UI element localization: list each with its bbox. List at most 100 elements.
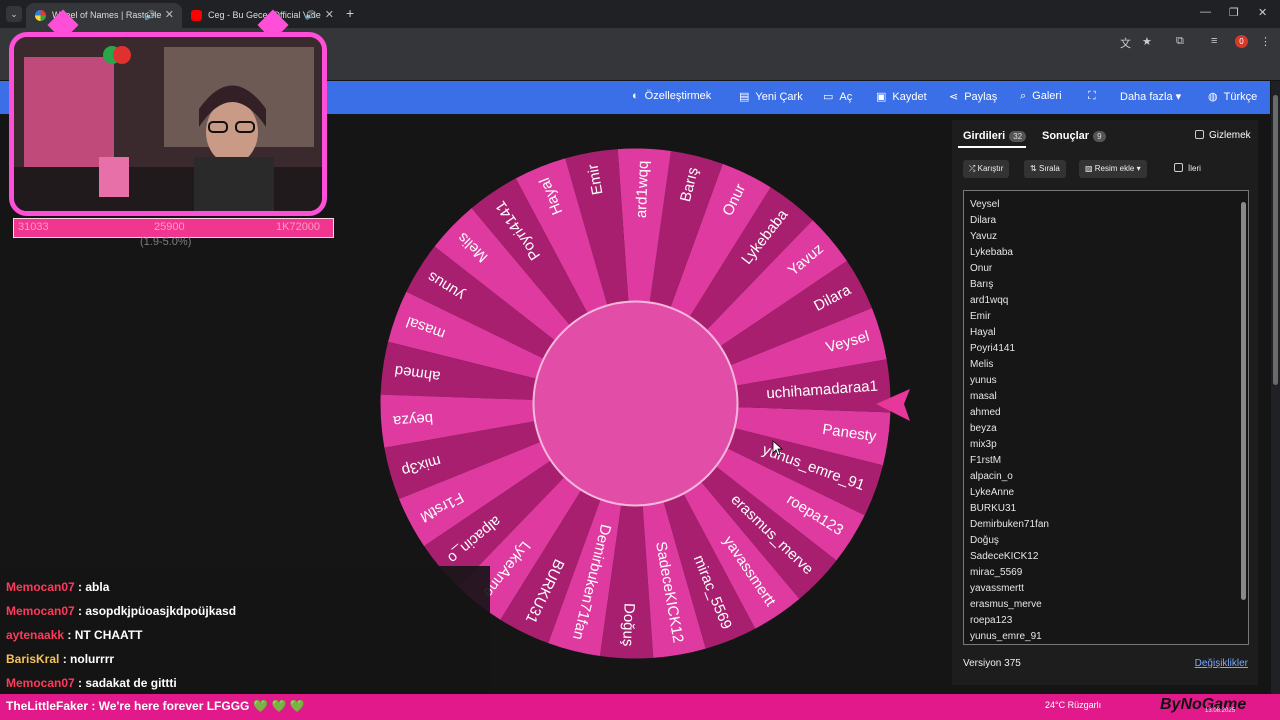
stats-bar: 31033 25900 1K72000 bbox=[13, 218, 334, 238]
webcam-feed-image bbox=[14, 37, 322, 211]
tab-results-label: Sonuçlar bbox=[1042, 130, 1090, 142]
share-button[interactable]: ⋖ Paylaş bbox=[949, 90, 997, 103]
page-scrollbar-thumb[interactable] bbox=[1273, 95, 1278, 385]
globe-icon: ◍ bbox=[1208, 91, 1218, 103]
entry-line: F1rstM bbox=[970, 455, 1002, 466]
weather-label: 24°C Rüzgarlı bbox=[1045, 700, 1102, 710]
sort-label: Sırala bbox=[1038, 164, 1060, 173]
entries-textarea[interactable]: Veysel Dilara Yavuz Lykebaba Onur Barış ard1wq… bbox=[963, 190, 1249, 645]
youtube-favicon-icon bbox=[191, 10, 202, 21]
extensions-icon[interactable]: ⧉ bbox=[1176, 35, 1184, 48]
browser-tab-bar: ⌄ Wheel of Names | Rastgele 🔊 ✕ Ceg - Bu… bbox=[0, 0, 1280, 28]
new-tab-button[interactable]: + bbox=[346, 5, 354, 21]
wheel-pointer bbox=[876, 389, 910, 421]
chat-message: Memocan07 : sadakat de gittti bbox=[6, 676, 177, 690]
more-menu-button[interactable]: Daha fazla ▾ bbox=[1120, 90, 1181, 103]
more-label: Daha fazla bbox=[1120, 91, 1173, 103]
chat-text: : NT CHAATT bbox=[64, 628, 143, 642]
chat-message: aytenaakk : NT CHAATT bbox=[6, 628, 142, 642]
stat-mid: 25900 bbox=[154, 221, 185, 233]
chat-username: BarisKral bbox=[6, 652, 60, 666]
sort-icon: ⇅ bbox=[1030, 164, 1039, 173]
new-wheel-button[interactable]: ▤ Yeni Çark bbox=[739, 90, 803, 103]
entry-line: Dilara bbox=[970, 215, 997, 226]
add-image-button[interactable]: ▨ Resim ekle ▾ bbox=[1079, 160, 1147, 178]
save-button[interactable]: ▣ Kaydet bbox=[876, 90, 927, 103]
entries-scrollbar-thumb[interactable] bbox=[1241, 202, 1246, 600]
menu-icon[interactable]: ⋮ bbox=[1260, 35, 1271, 48]
changes-link[interactable]: Değişiklikler bbox=[1195, 658, 1248, 669]
entry-line: Yavuz bbox=[970, 231, 998, 242]
open-button[interactable]: ▭ Aç bbox=[823, 90, 852, 103]
folder-icon: ▭ bbox=[823, 91, 834, 103]
checkbox-icon bbox=[1195, 130, 1204, 139]
stat-subtext: (1.9-5.0%) bbox=[140, 236, 192, 248]
profile-badge[interactable]: 0 bbox=[1235, 35, 1248, 48]
entry-line: Onur bbox=[970, 263, 993, 274]
page-scrollbar[interactable] bbox=[1271, 81, 1280, 694]
palette-icon: ◐ bbox=[632, 90, 639, 102]
shuffle-button[interactable]: ⤮ Karıştır bbox=[963, 160, 1010, 178]
chat-text: : sadakat de gittti bbox=[74, 676, 177, 690]
new-wheel-label: Yeni Çark bbox=[755, 91, 803, 103]
entries-count-badge: 32 bbox=[1009, 131, 1027, 142]
entry-line: mirac_5569 bbox=[970, 567, 1023, 578]
gallery-button[interactable]: ⌕ Galeri bbox=[1020, 90, 1062, 103]
checkbox-icon bbox=[1174, 163, 1183, 172]
bookmark-star-icon[interactable]: ★ bbox=[1142, 35, 1152, 48]
entry-line: yavassmertt bbox=[970, 583, 1024, 594]
chat-message: Memocan07 : asopdkjpüoasjkdpoüjkasd bbox=[6, 604, 236, 618]
entry-line: Veysel bbox=[970, 199, 1000, 210]
stat-left: 31033 bbox=[18, 221, 49, 233]
wheel-favicon-icon bbox=[35, 10, 46, 21]
advanced-checkbox[interactable]: İleri bbox=[1168, 160, 1207, 178]
media-control-icon[interactable]: ≡ bbox=[1211, 35, 1217, 47]
entry-line: Lykebaba bbox=[970, 247, 1013, 258]
entry-line: ahmed bbox=[970, 407, 1001, 418]
entry-line: mix3p bbox=[970, 439, 997, 450]
entry-line: LykeAnne bbox=[970, 487, 1015, 498]
stat-right: 1K72000 bbox=[276, 221, 321, 233]
open-label: Aç bbox=[839, 91, 853, 103]
hide-checkbox[interactable]: Gizlemek bbox=[1195, 130, 1251, 141]
shuffle-label: Karıştır bbox=[977, 164, 1004, 173]
entry-line: erasmus_merve bbox=[970, 599, 1042, 610]
date-label: 13.08.2025 bbox=[1205, 708, 1236, 714]
language-label: Türkçe bbox=[1223, 91, 1258, 103]
speaker-icon[interactable]: 🔊 bbox=[305, 3, 316, 28]
chat-username: Memocan07 bbox=[6, 676, 75, 690]
minimize-button[interactable]: — bbox=[1200, 6, 1211, 18]
window-close-button[interactable]: ✕ bbox=[1258, 6, 1267, 19]
customize-button[interactable]: ◐ Özelleştirmek bbox=[632, 90, 711, 102]
entry-line: masal bbox=[970, 391, 997, 402]
stream-chat-overlay: Memocan07 : abla Memocan07 : asopdkjpüoas… bbox=[0, 566, 490, 694]
advanced-label: İleri bbox=[1188, 164, 1201, 173]
entries-scrollbar[interactable] bbox=[1239, 192, 1247, 643]
translate-icon[interactable]: 文 bbox=[1120, 35, 1131, 51]
fullscreen-button[interactable]: ⛶ bbox=[1088, 90, 1096, 103]
close-icon[interactable]: ✕ bbox=[325, 3, 334, 28]
close-icon[interactable]: ✕ bbox=[165, 3, 174, 28]
tab-entries[interactable]: Girdileri 32 bbox=[963, 130, 1027, 142]
tab-search-button[interactable]: ⌄ bbox=[6, 6, 22, 22]
entry-line: SadeceKICK12 bbox=[970, 551, 1039, 562]
entry-line: Demirbuken71fan bbox=[970, 519, 1049, 530]
chat-text: : nolurrrr bbox=[59, 652, 115, 666]
share-label: Paylaş bbox=[964, 91, 998, 103]
chevron-down-icon: ▾ bbox=[1134, 164, 1141, 173]
chat-text: : asopdkjpüoasjkdpoüjkasd bbox=[74, 604, 237, 618]
search-icon: ⌕ bbox=[1020, 90, 1027, 102]
fullscreen-icon: ⛶ bbox=[1088, 90, 1096, 102]
chat-text: : abla bbox=[74, 580, 110, 594]
sort-button[interactable]: ⇅ Sırala bbox=[1024, 160, 1066, 178]
mouse-cursor bbox=[772, 440, 784, 456]
tab-entries-label: Girdileri bbox=[963, 130, 1006, 142]
language-button[interactable]: ◍ Türkçe bbox=[1208, 90, 1257, 103]
gallery-label: Galeri bbox=[1032, 90, 1062, 102]
wheel-center-hub[interactable] bbox=[532, 300, 739, 507]
maximize-button[interactable]: ❐ bbox=[1229, 6, 1239, 19]
speaker-icon[interactable]: 🔊 bbox=[145, 3, 156, 28]
entry-line: Hayal bbox=[970, 327, 996, 338]
tab-results[interactable]: Sonuçlar 9 bbox=[1042, 130, 1106, 142]
entry-line: ard1wqq bbox=[970, 295, 1009, 306]
